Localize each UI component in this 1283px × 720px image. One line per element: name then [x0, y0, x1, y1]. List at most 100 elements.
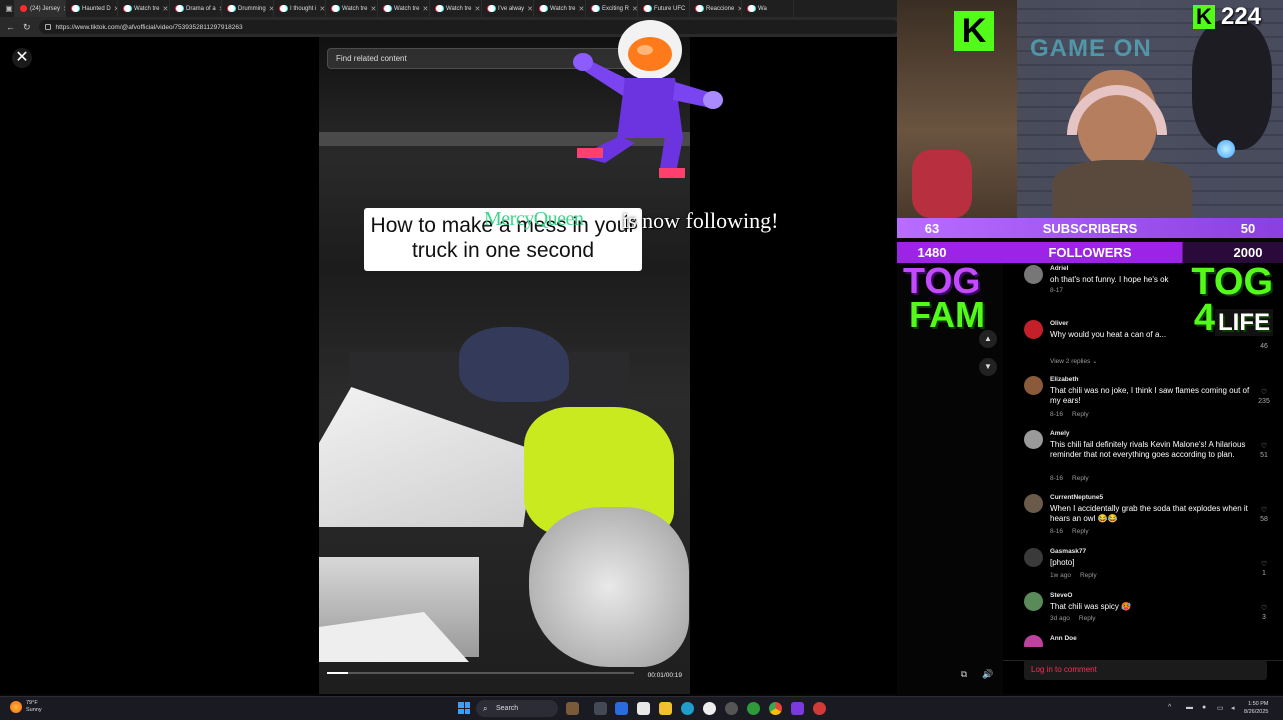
comment-like[interactable]: ♡ 235	[1254, 388, 1274, 406]
weather-widget[interactable]: 79°F Sunny	[10, 700, 42, 714]
browser-tab[interactable]: Reaccione✕	[690, 0, 742, 17]
taskbar-clock[interactable]: 1:50 PM 8/26/2025	[1244, 700, 1268, 716]
comment-text: That chili was no joke, I think I saw fl…	[1050, 386, 1250, 405]
reply-link[interactable]: Reply	[1079, 615, 1096, 622]
avatar[interactable]	[1024, 320, 1043, 339]
next-video-chevron-down-icon[interactable]: ▼	[979, 358, 997, 376]
comment-author[interactable]: Amely	[1050, 430, 1070, 437]
picture-in-picture-icon[interactable]: ⧉	[957, 667, 971, 681]
comment-like[interactable]: ♡ 58	[1254, 506, 1274, 524]
widgets-icon[interactable]	[566, 702, 579, 715]
previous-video-chevron-up-icon[interactable]: ▲	[979, 330, 997, 348]
comment-like[interactable]: ♡ 51	[1254, 442, 1274, 460]
view-replies-link[interactable]: View 2 replies ⌄	[1050, 357, 1098, 365]
heart-icon[interactable]: ♡	[1254, 388, 1274, 397]
avatar[interactable]	[1024, 635, 1043, 647]
comment-author[interactable]: Ann Doe	[1050, 635, 1077, 642]
xbox-icon[interactable]	[747, 702, 760, 715]
tog-4life-life: LIFE	[1215, 309, 1273, 336]
browser-tab[interactable]: Wa	[742, 0, 794, 17]
app-icon[interactable]	[791, 702, 804, 715]
close-tab-icon[interactable]: ✕	[370, 5, 376, 13]
file-explorer-icon[interactable]	[659, 702, 672, 715]
speaker-icon[interactable]: ◂	[1231, 704, 1235, 712]
comment-author[interactable]: Gasmask77	[1050, 548, 1086, 555]
app-icon[interactable]	[615, 702, 628, 715]
browser-tab[interactable]: Watch tre ✕	[326, 0, 378, 17]
follow-alert-username: MercyQueen	[484, 208, 584, 230]
close-tab-icon[interactable]: ✕	[632, 5, 637, 13]
heart-icon[interactable]: ♡	[1254, 442, 1274, 451]
browser-tab[interactable]: Haunted D✕	[66, 0, 118, 17]
tiktok-favicon-icon	[644, 5, 651, 12]
reply-link[interactable]: Reply	[1072, 411, 1089, 418]
tray-icon[interactable]: ▭	[1217, 704, 1224, 712]
avatar[interactable]	[1024, 548, 1043, 567]
tog-fam-fam: FAM	[909, 294, 985, 335]
volume-icon[interactable]: 🔊	[981, 667, 995, 681]
comment-like-count: 1	[1262, 570, 1266, 577]
comment-author[interactable]: SteveO	[1050, 592, 1072, 599]
browser-tab[interactable]: Drumming ✕	[222, 0, 274, 17]
reply-link[interactable]: Reply	[1080, 572, 1097, 579]
taskbar-search[interactable]: ⌕ Search	[476, 700, 558, 717]
avatar[interactable]	[1024, 592, 1043, 611]
app-icon[interactable]	[703, 702, 716, 715]
heart-icon[interactable]: ♡	[1254, 506, 1274, 515]
youtube-favicon-icon	[20, 5, 27, 12]
reload-icon[interactable]: ↻	[23, 22, 31, 33]
browser-tab[interactable]: Watch tre ✕	[534, 0, 586, 17]
back-icon[interactable]: ←	[6, 22, 15, 32]
screen: ▣ (24) Jersey✕ Haunted D✕ Watch tre✕ Dra…	[0, 0, 1283, 720]
edge-browser-icon[interactable]	[681, 702, 694, 715]
close-tab-icon[interactable]: ✕	[319, 5, 325, 13]
close-tab-icon[interactable]: ✕	[527, 5, 533, 13]
tray-icon[interactable]: ●	[1202, 704, 1206, 711]
comment-like[interactable]: ♡ 1	[1254, 560, 1274, 578]
comment-meta: 1w ago Reply	[1050, 572, 1097, 579]
browser-tab[interactable]: Drama of a✕	[170, 0, 222, 17]
settings-icon[interactable]	[725, 702, 738, 715]
comment-like[interactable]: ♡ 3	[1254, 604, 1274, 622]
start-windows-icon[interactable]	[458, 702, 470, 714]
comment-author[interactable]: CurrentNeptune5	[1050, 494, 1103, 501]
browser-tab[interactable]: Future UFC✕	[638, 0, 690, 17]
site-info-icon[interactable]	[44, 24, 51, 30]
browser-tab[interactable]: Watch tre ✕	[430, 0, 482, 17]
task-view-icon[interactable]	[594, 702, 607, 715]
windows-taskbar: 79°F Sunny ⌕ Search ^ ▬ ● ▭ ◂ 1:50 PM 8/26/…	[0, 696, 1283, 720]
close-tab-icon[interactable]: ✕	[162, 5, 168, 13]
browser-tab[interactable]: I've alway ✕	[482, 0, 534, 17]
close-tab-icon[interactable]: ✕	[578, 5, 584, 13]
browser-tab[interactable]: Exciting R ✕	[586, 0, 638, 17]
comment-author[interactable]: Adriel	[1050, 265, 1068, 272]
app-icon[interactable]	[637, 702, 650, 715]
comment-like-count: 46	[1260, 343, 1268, 350]
comment-author[interactable]: Elizabeth	[1050, 376, 1079, 383]
reply-link[interactable]: Reply	[1072, 475, 1089, 482]
url-field[interactable]: https://www.tiktok.com/@afvofficial/vide…	[38, 20, 899, 34]
browser-tab[interactable]: Watch tre ✕	[378, 0, 430, 17]
tray-chevron-icon[interactable]: ^	[1168, 704, 1171, 711]
browser-tab[interactable]: I thought i ✕	[274, 0, 326, 17]
chrome-icon[interactable]	[769, 702, 782, 715]
browser-tab[interactable]: (24) Jersey✕	[14, 0, 66, 17]
avatar[interactable]	[1024, 265, 1043, 284]
close-icon[interactable]: ✕	[12, 48, 32, 68]
close-tab-icon[interactable]: ✕	[474, 5, 480, 13]
avatar[interactable]	[1024, 376, 1043, 395]
app-icon[interactable]	[813, 702, 826, 715]
close-tab-icon[interactable]: ✕	[422, 5, 428, 13]
avatar[interactable]	[1024, 494, 1043, 513]
video-progress-bar[interactable]	[327, 672, 634, 674]
window-menu-icon[interactable]: ▣	[4, 0, 14, 17]
comment-author[interactable]: Oliver	[1050, 320, 1068, 327]
browser-tab[interactable]: Watch tre ✕	[118, 0, 170, 17]
heart-icon[interactable]: ♡	[1254, 604, 1274, 613]
reply-link[interactable]: Reply	[1072, 528, 1089, 535]
comment-item: Gasmask77 [photo] 1w ago Reply ♡ 1	[1024, 548, 1274, 583]
avatar[interactable]	[1024, 430, 1043, 449]
login-to-comment-button[interactable]: Log in to comment	[1024, 660, 1267, 680]
network-icon[interactable]: ▬	[1186, 704, 1193, 711]
heart-icon[interactable]: ♡	[1254, 560, 1274, 569]
